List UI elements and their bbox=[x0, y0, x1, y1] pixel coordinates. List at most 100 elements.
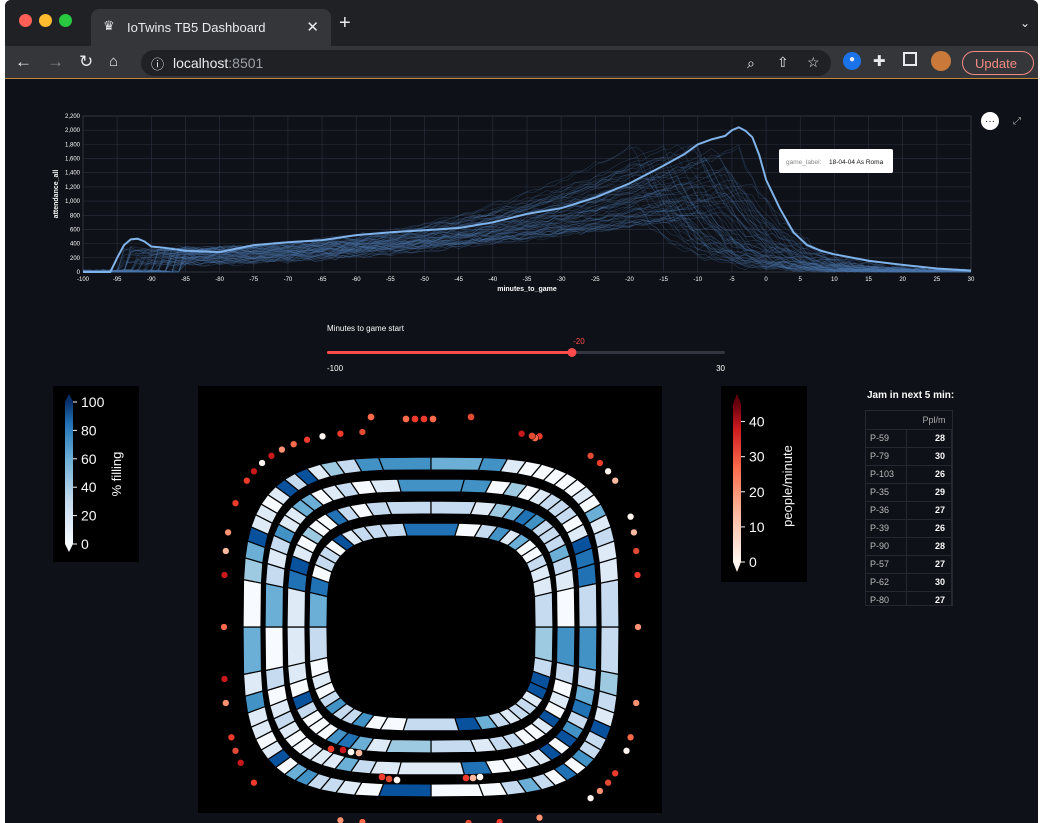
gate-marker bbox=[462, 774, 470, 782]
gate-marker bbox=[258, 459, 266, 467]
tab-close-icon[interactable]: ✕ bbox=[306, 18, 319, 36]
gate-marker bbox=[630, 528, 638, 537]
new-tab-button[interactable]: + bbox=[339, 12, 351, 35]
jam-flow-value: 27 bbox=[906, 555, 952, 574]
gate-marker bbox=[633, 571, 642, 579]
gate-marker bbox=[222, 699, 230, 707]
gate-marker bbox=[632, 699, 640, 707]
stadium-sector bbox=[430, 456, 485, 472]
stadium-sector bbox=[396, 761, 466, 776]
slider-fill bbox=[327, 351, 572, 354]
gate-marker bbox=[347, 748, 355, 756]
table-row: P-35 29 bbox=[866, 483, 952, 502]
gate-marker bbox=[303, 436, 311, 444]
y-tick-label: 400 bbox=[70, 242, 81, 248]
slider-thumb[interactable] bbox=[567, 348, 577, 357]
filling-tick-label: 100 bbox=[81, 394, 105, 410]
filling-tick-label: 20 bbox=[81, 508, 97, 524]
table-row: P-90 28 bbox=[866, 537, 952, 556]
x-tick-label: -15 bbox=[659, 277, 668, 283]
gate-marker bbox=[339, 746, 347, 754]
profile-avatar-icon[interactable] bbox=[931, 51, 951, 71]
update-button[interactable]: Update bbox=[962, 51, 1034, 75]
info-icon[interactable]: ⓘ bbox=[151, 54, 164, 73]
tooltip-label: game_label: bbox=[786, 159, 822, 166]
gate-marker bbox=[220, 623, 228, 631]
gate-marker bbox=[586, 452, 595, 460]
y-tick-label: 0 bbox=[77, 270, 81, 276]
jam-title: Jam in next 5 min: bbox=[867, 390, 955, 401]
gate-marker bbox=[231, 499, 240, 507]
x-axis-title: minutes_to_game bbox=[497, 286, 557, 293]
y-tick-label: 600 bbox=[70, 227, 81, 233]
gate-marker bbox=[634, 623, 642, 631]
slider-label: Minutes to game start bbox=[327, 324, 405, 333]
sidebar-icon[interactable] bbox=[903, 52, 917, 66]
jam-flow-value: 27 bbox=[906, 501, 952, 520]
stadium-sector bbox=[264, 626, 285, 672]
gate-marker bbox=[429, 415, 437, 423]
x-tick-label: -55 bbox=[386, 277, 395, 283]
back-arrow-icon[interactable]: ← bbox=[15, 52, 32, 72]
x-tick-label: -90 bbox=[147, 277, 156, 283]
gate-marker bbox=[393, 776, 401, 784]
minimize-window-button[interactable] bbox=[39, 14, 52, 27]
tab-search-icon[interactable]: ⌄ bbox=[1020, 16, 1030, 30]
filling-tick-label: 60 bbox=[81, 451, 97, 467]
address-bar[interactable]: ⓘ localhost:8501 ⌕ ⇧ ☆ bbox=[141, 50, 831, 76]
jam-table[interactable]: Ppl/m P-59 28 P-79 30 P-103 26 P-35 29 P-36 27 P-3… bbox=[865, 410, 953, 606]
x-tick-label: -40 bbox=[489, 277, 498, 283]
stadium-sector bbox=[308, 626, 329, 663]
x-tick-label: -45 bbox=[454, 277, 463, 283]
gate-marker bbox=[367, 413, 375, 421]
home-icon[interactable]: ⌂ bbox=[109, 53, 118, 70]
star-icon[interactable]: ☆ bbox=[807, 54, 820, 71]
y-tick-label: 200 bbox=[70, 256, 81, 262]
y-tick-label: 2,200 bbox=[65, 114, 81, 120]
stadium-sector bbox=[402, 522, 460, 537]
flow-tick-label: 20 bbox=[749, 484, 765, 500]
browser-tab[interactable]: ♛ IoTwins TB5 Dashboard ✕ bbox=[91, 9, 331, 46]
gate-marker bbox=[290, 440, 298, 448]
maximize-window-button[interactable] bbox=[59, 14, 72, 27]
fullscreen-icon[interactable]: ⤢ bbox=[1013, 116, 1021, 127]
jam-flow-value: 26 bbox=[906, 465, 952, 484]
minutes-slider[interactable]: Minutes to game start -20 -100 30 bbox=[327, 324, 726, 373]
filling-tick-label: 0 bbox=[81, 536, 89, 552]
y-tick-label: 1,200 bbox=[65, 185, 81, 191]
gate-marker bbox=[420, 415, 428, 423]
gate-marker bbox=[528, 432, 536, 440]
gate-marker bbox=[604, 467, 612, 475]
reload-icon[interactable]: ↻ bbox=[79, 52, 93, 72]
url-text: localhost:8501 bbox=[173, 55, 263, 71]
jam-gate-id: P-79 bbox=[866, 447, 907, 466]
update-label: Update bbox=[975, 56, 1017, 71]
table-row: P-80 27 bbox=[866, 591, 952, 605]
flow-gradient bbox=[733, 404, 741, 562]
gate-marker bbox=[626, 733, 635, 741]
jam-flow-value: 27 bbox=[906, 591, 952, 605]
gate-marker bbox=[250, 467, 258, 475]
gate-marker bbox=[378, 773, 386, 781]
x-tick-label: -95 bbox=[113, 277, 122, 283]
gate-marker bbox=[227, 733, 236, 741]
share-icon[interactable]: ⇧ bbox=[777, 54, 789, 71]
gate-marker bbox=[222, 547, 230, 555]
puzzle-icon[interactable]: ✚ bbox=[873, 52, 886, 70]
gate-marker bbox=[237, 759, 245, 767]
stadium-sector bbox=[577, 626, 598, 672]
x-tick-label: 0 bbox=[764, 277, 768, 283]
gate-marker bbox=[469, 774, 477, 782]
x-tick-label: 10 bbox=[831, 277, 838, 283]
x-tick-label: 25 bbox=[934, 277, 941, 283]
jam-flow-value: 26 bbox=[906, 519, 952, 538]
zoom-icon[interactable]: ⌕ bbox=[747, 55, 755, 72]
extension-pin-icon[interactable]: ● bbox=[843, 52, 861, 70]
y-tick-label: 1,000 bbox=[65, 199, 81, 205]
stadium-sector bbox=[242, 578, 263, 628]
forward-arrow-icon[interactable]: → bbox=[47, 52, 64, 72]
close-window-button[interactable] bbox=[19, 14, 32, 27]
table-row: P-79 30 bbox=[866, 447, 952, 466]
jam-flow-value: 28 bbox=[906, 537, 952, 556]
x-tick-label: -25 bbox=[591, 277, 600, 283]
